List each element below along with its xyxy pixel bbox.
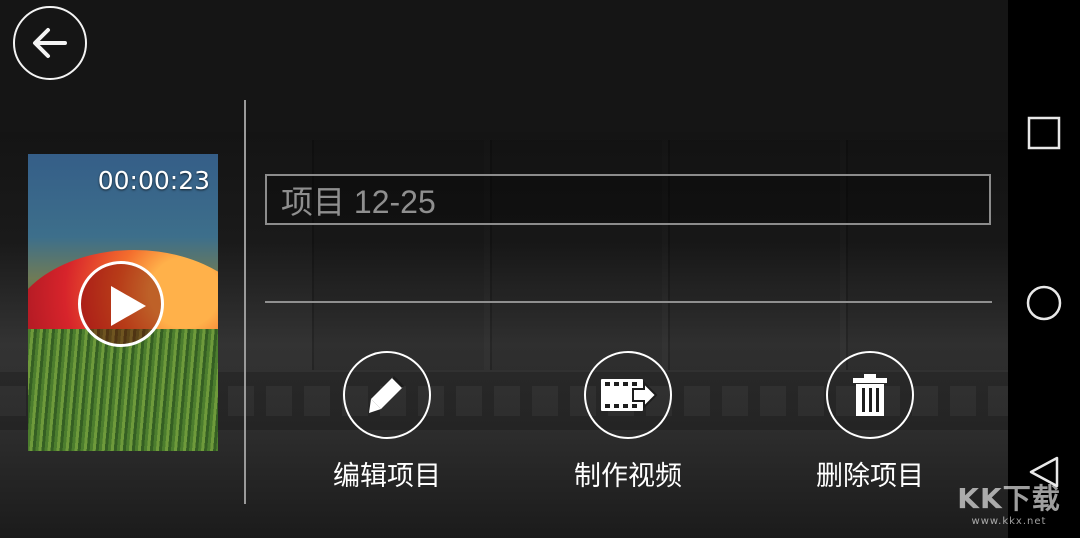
delete-project-label: 删除项目	[816, 461, 924, 492]
grass-image	[28, 329, 218, 451]
project-name-input[interactable]	[265, 174, 991, 225]
play-button[interactable]	[78, 261, 164, 347]
delete-project-button[interactable]: 删除项目	[785, 351, 955, 496]
trash-icon	[853, 374, 887, 416]
recent-apps-button[interactable]	[1023, 112, 1065, 154]
make-video-label: 制作视频	[574, 461, 682, 492]
edit-project-button[interactable]: 编辑项目	[302, 351, 472, 496]
back-button[interactable]	[13, 6, 87, 80]
play-icon	[111, 286, 146, 326]
horizontal-divider	[265, 301, 992, 303]
project-thumbnail[interactable]: 00:00:23	[28, 154, 218, 451]
project-detail-screen: 00:00:23 编辑项目	[0, 0, 1080, 538]
circle-icon	[1026, 285, 1062, 321]
top-background-band	[0, 0, 1008, 132]
make-video-icon-circle	[584, 351, 672, 439]
edit-icon-circle	[343, 351, 431, 439]
square-icon	[1027, 116, 1061, 150]
pencil-icon	[369, 375, 405, 413]
delete-icon-circle	[826, 351, 914, 439]
watermark-main-text: KK下载	[957, 482, 1061, 515]
video-duration: 00:00:23	[97, 166, 210, 195]
system-navigation-bar	[1008, 0, 1080, 538]
watermark-url: www.kkx.net	[971, 516, 1047, 527]
watermark: KK下载 www.kkx.net	[938, 485, 1080, 538]
home-button[interactable]	[1023, 282, 1065, 324]
make-video-button[interactable]: 制作视频	[543, 351, 713, 496]
arrow-left-icon	[33, 28, 67, 58]
film-export-icon	[601, 379, 658, 411]
vertical-divider	[244, 100, 246, 504]
edit-project-label: 编辑项目	[333, 461, 441, 492]
